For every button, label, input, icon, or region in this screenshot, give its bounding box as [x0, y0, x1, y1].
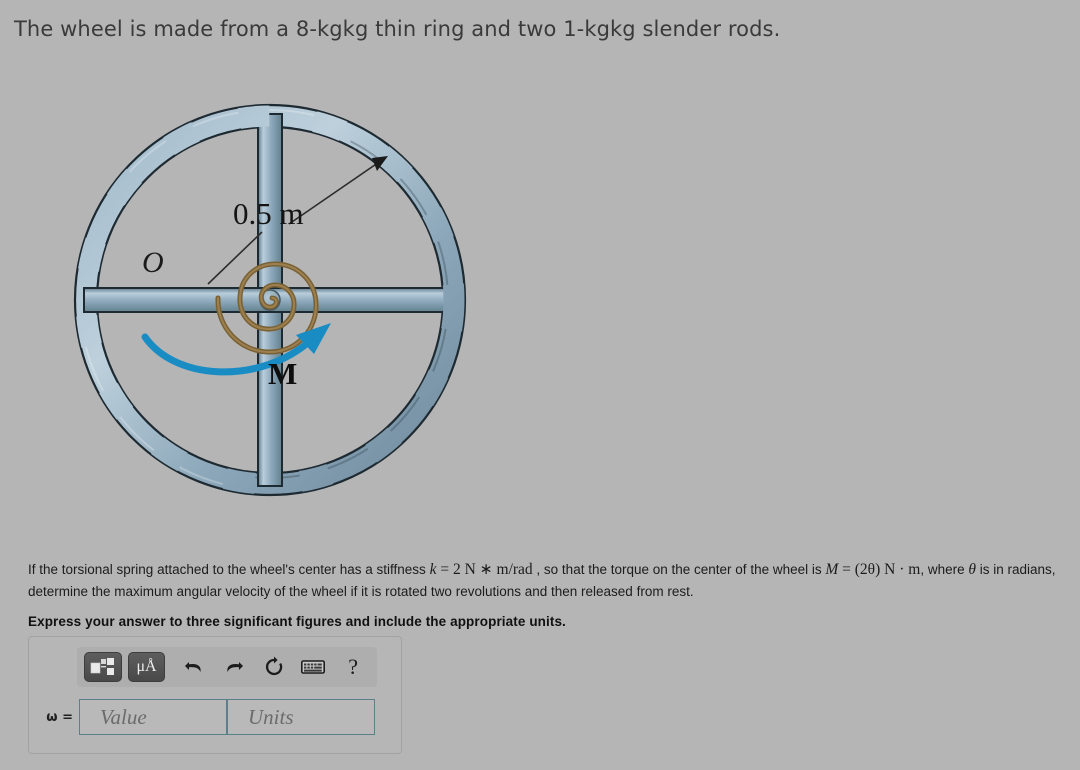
units-button[interactable]: μÅ	[127, 652, 166, 682]
reset-icon[interactable]	[259, 653, 289, 681]
q-moment-units: N · m	[880, 561, 921, 578]
redo-icon[interactable]	[219, 653, 249, 681]
answer-input-row: ω = Value Units	[43, 699, 375, 735]
wheel-figure: O 0.5 m M	[0, 92, 560, 532]
value-input[interactable]: Value	[79, 699, 227, 735]
math-template-icon	[90, 658, 114, 675]
q-theta-symbol: θ	[968, 561, 976, 578]
q-part-1: If the torsional spring attached to the …	[28, 562, 430, 577]
answer-toolbar: μÅ ?	[77, 647, 377, 687]
moment-arrow	[141, 323, 331, 376]
units-placeholder: Units	[248, 704, 294, 729]
units-button-label: μÅ	[136, 658, 157, 675]
q-stiffness-value: = 2	[436, 561, 461, 578]
q-part-2: , so that the torque on the center of th…	[532, 562, 826, 577]
question-text-line: If the torsional spring attached to the …	[28, 558, 1062, 603]
problem-intro-text: The wheel is made from a 8-kgkg thin rin…	[14, 17, 781, 41]
value-placeholder: Value	[100, 704, 147, 729]
undo-icon[interactable]	[179, 653, 209, 681]
question-block: If the torsional spring attached to the …	[28, 558, 1062, 629]
center-label-O: O	[142, 246, 164, 279]
q-part-3: , where	[920, 562, 969, 577]
answer-widget: μÅ ? ω = Value Units	[28, 636, 402, 754]
variable-label: ω =	[46, 709, 73, 725]
help-icon[interactable]: ?	[338, 653, 368, 681]
q-moment-symbol: M	[825, 561, 839, 578]
help-label: ?	[348, 654, 359, 679]
moment-label: M	[268, 356, 297, 391]
units-input[interactable]: Units	[227, 699, 375, 735]
radius-label: 0.5 m	[233, 196, 304, 231]
q-stiffness-units: N ∗ m/rad	[460, 561, 533, 578]
keyboard-icon[interactable]	[299, 653, 329, 681]
answer-instruction: Express your answer to three significant…	[28, 613, 566, 629]
math-template-button[interactable]	[84, 652, 122, 682]
q-moment-value: = (2θ)	[838, 561, 881, 578]
